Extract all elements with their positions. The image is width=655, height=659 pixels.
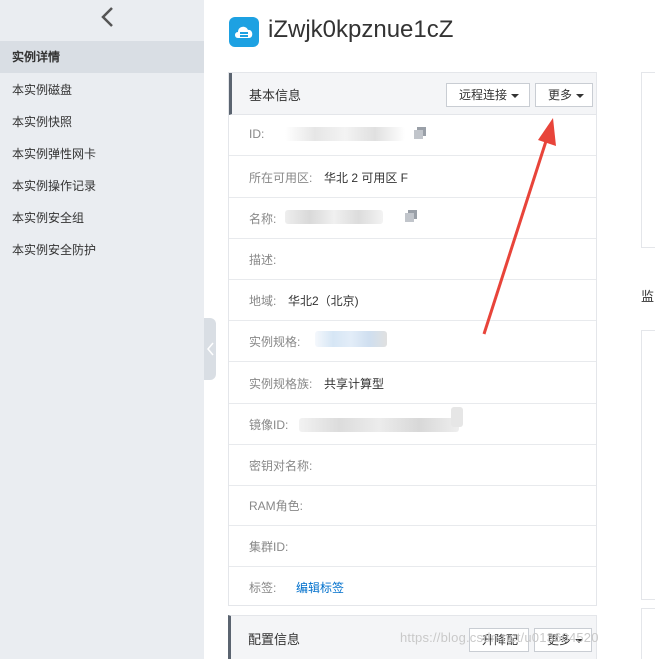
watermark: https://blog.csdn.net/u013604520 [400,630,599,645]
annotation-arrow [482,118,556,335]
